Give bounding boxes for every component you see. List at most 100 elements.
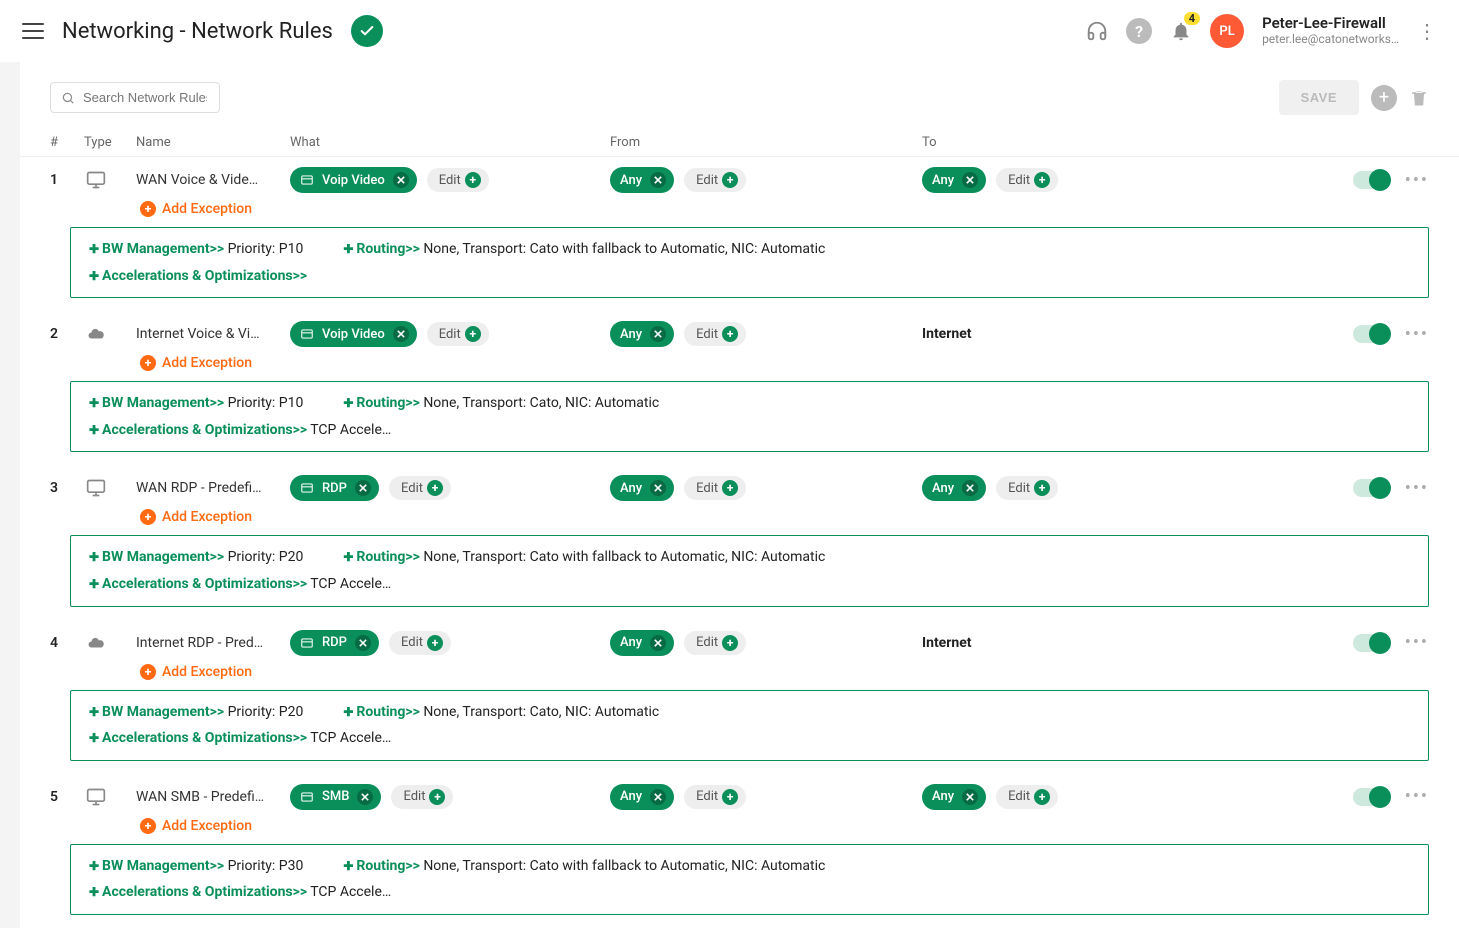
edit-label: Edit xyxy=(696,173,718,188)
routing-link[interactable]: Routing>> xyxy=(343,395,420,411)
accelerations-link[interactable]: Accelerations & Optimizations>> xyxy=(89,422,307,438)
save-button[interactable]: SAVE xyxy=(1279,80,1359,115)
close-icon[interactable] xyxy=(650,326,666,342)
chip[interactable]: RDP xyxy=(290,630,379,656)
edit-button[interactable]: Edit + xyxy=(427,168,489,192)
add-exception-button[interactable]: + Add Exception xyxy=(20,810,1459,844)
chip[interactable]: Any xyxy=(610,784,674,810)
chip[interactable]: Voip Video xyxy=(290,321,417,347)
user-email: peter.lee@catonetworks… xyxy=(1262,33,1399,47)
search-box[interactable] xyxy=(50,82,220,113)
edit-button[interactable]: Edit + xyxy=(389,631,451,655)
edit-label: Edit xyxy=(696,481,718,496)
row-menu-icon[interactable]: ••• xyxy=(1405,170,1429,191)
accelerations-link[interactable]: Accelerations & Optimizations>> xyxy=(89,730,307,746)
routing-link[interactable]: Routing>> xyxy=(343,858,420,874)
trash-icon[interactable] xyxy=(1409,88,1429,108)
edit-button[interactable]: Edit + xyxy=(684,476,746,500)
rule-name[interactable]: WAN SMB - Predefi… xyxy=(136,789,290,805)
close-icon[interactable] xyxy=(357,789,373,805)
rule-name[interactable]: WAN RDP - Predefi… xyxy=(136,480,290,496)
enable-toggle[interactable] xyxy=(1353,788,1389,806)
close-icon[interactable] xyxy=(650,635,666,651)
chip[interactable]: Voip Video xyxy=(290,167,417,193)
close-icon[interactable] xyxy=(650,789,666,805)
add-exception-button[interactable]: + Add Exception xyxy=(20,193,1459,227)
rule-name[interactable]: Internet RDP - Pred… xyxy=(136,635,290,651)
avatar[interactable]: PL xyxy=(1210,14,1244,48)
chip[interactable]: Any xyxy=(610,475,674,501)
bw-management-link[interactable]: BW Management>> xyxy=(89,549,224,565)
accelerations-link[interactable]: Accelerations & Optimizations>> xyxy=(89,268,307,284)
rule-name[interactable]: Internet Voice & Vi… xyxy=(136,326,290,342)
routing-link[interactable]: Routing>> xyxy=(343,704,420,720)
close-icon[interactable] xyxy=(962,789,978,805)
add-exception-button[interactable]: + Add Exception xyxy=(20,347,1459,381)
close-icon[interactable] xyxy=(962,172,978,188)
edit-button[interactable]: Edit + xyxy=(684,322,746,346)
edit-button[interactable]: Edit + xyxy=(996,168,1058,192)
bw-management-link[interactable]: BW Management>> xyxy=(89,395,224,411)
add-exception-button[interactable]: + Add Exception xyxy=(20,656,1459,690)
chip[interactable]: Any xyxy=(922,784,986,810)
edit-button[interactable]: Edit + xyxy=(684,631,746,655)
chip[interactable]: SMB xyxy=(290,784,381,810)
headphones-icon[interactable] xyxy=(1086,20,1108,42)
close-icon[interactable] xyxy=(650,172,666,188)
menu-icon[interactable] xyxy=(22,23,44,39)
rule-index: 2 xyxy=(50,326,84,342)
accelerations-link[interactable]: Accelerations & Optimizations>> xyxy=(89,576,307,592)
row-menu-icon[interactable]: ••• xyxy=(1405,632,1429,653)
edit-label: Edit xyxy=(1008,481,1030,496)
enable-toggle[interactable] xyxy=(1353,325,1389,343)
search-input[interactable] xyxy=(81,89,209,106)
edit-button[interactable]: Edit + xyxy=(389,476,451,500)
routing-link[interactable]: Routing>> xyxy=(343,241,420,257)
plus-icon: + xyxy=(465,172,481,188)
edit-button[interactable]: Edit + xyxy=(427,322,489,346)
col-type: Type xyxy=(84,135,136,150)
row-menu-icon[interactable]: ••• xyxy=(1405,786,1429,807)
close-icon[interactable] xyxy=(962,480,978,496)
add-button[interactable]: + xyxy=(1371,85,1397,111)
chip[interactable]: Any xyxy=(610,630,674,656)
help-icon[interactable]: ? xyxy=(1126,18,1152,44)
close-icon[interactable] xyxy=(355,480,371,496)
rule-name[interactable]: WAN Voice & Vide… xyxy=(136,172,290,188)
close-icon[interactable] xyxy=(650,480,666,496)
close-icon[interactable] xyxy=(393,172,409,188)
bw-text: Priority: P10 xyxy=(228,395,304,411)
close-icon[interactable] xyxy=(393,326,409,342)
bw-management-link[interactable]: BW Management>> xyxy=(89,858,224,874)
edit-label: Edit xyxy=(439,173,461,188)
bw-management-link[interactable]: BW Management>> xyxy=(89,241,224,257)
accelerations-link[interactable]: Accelerations & Optimizations>> xyxy=(89,884,307,900)
close-icon[interactable] xyxy=(355,635,371,651)
chip[interactable]: Any xyxy=(922,475,986,501)
enable-toggle[interactable] xyxy=(1353,634,1389,652)
add-exception-button[interactable]: + Add Exception xyxy=(20,501,1459,535)
edit-button[interactable]: Edit + xyxy=(684,785,746,809)
bell-icon[interactable]: 4 xyxy=(1170,20,1192,42)
plus-icon: + xyxy=(427,635,443,651)
chip[interactable]: Any xyxy=(610,167,674,193)
chip[interactable]: Any xyxy=(922,167,986,193)
edit-button[interactable]: Edit + xyxy=(996,785,1058,809)
chip-label: RDP xyxy=(322,481,347,496)
edit-button[interactable]: Edit + xyxy=(684,168,746,192)
row-menu-icon[interactable]: ••• xyxy=(1405,478,1429,499)
more-vert-icon[interactable]: ⋮ xyxy=(1417,19,1437,43)
rule-details: BW Management>> Priority: P30 Routing>> … xyxy=(70,844,1429,915)
chip[interactable]: RDP xyxy=(290,475,379,501)
row-menu-icon[interactable]: ••• xyxy=(1405,324,1429,345)
chip[interactable]: Any xyxy=(610,321,674,347)
rule-index: 1 xyxy=(50,172,84,188)
rule-index: 4 xyxy=(50,635,84,651)
routing-link[interactable]: Routing>> xyxy=(343,549,420,565)
bw-management-link[interactable]: BW Management>> xyxy=(89,704,224,720)
edit-button[interactable]: Edit + xyxy=(391,785,453,809)
enable-toggle[interactable] xyxy=(1353,171,1389,189)
enable-toggle[interactable] xyxy=(1353,479,1389,497)
edit-button[interactable]: Edit + xyxy=(996,476,1058,500)
top-bar: Networking - Network Rules ? 4 PL Peter-… xyxy=(0,0,1459,62)
